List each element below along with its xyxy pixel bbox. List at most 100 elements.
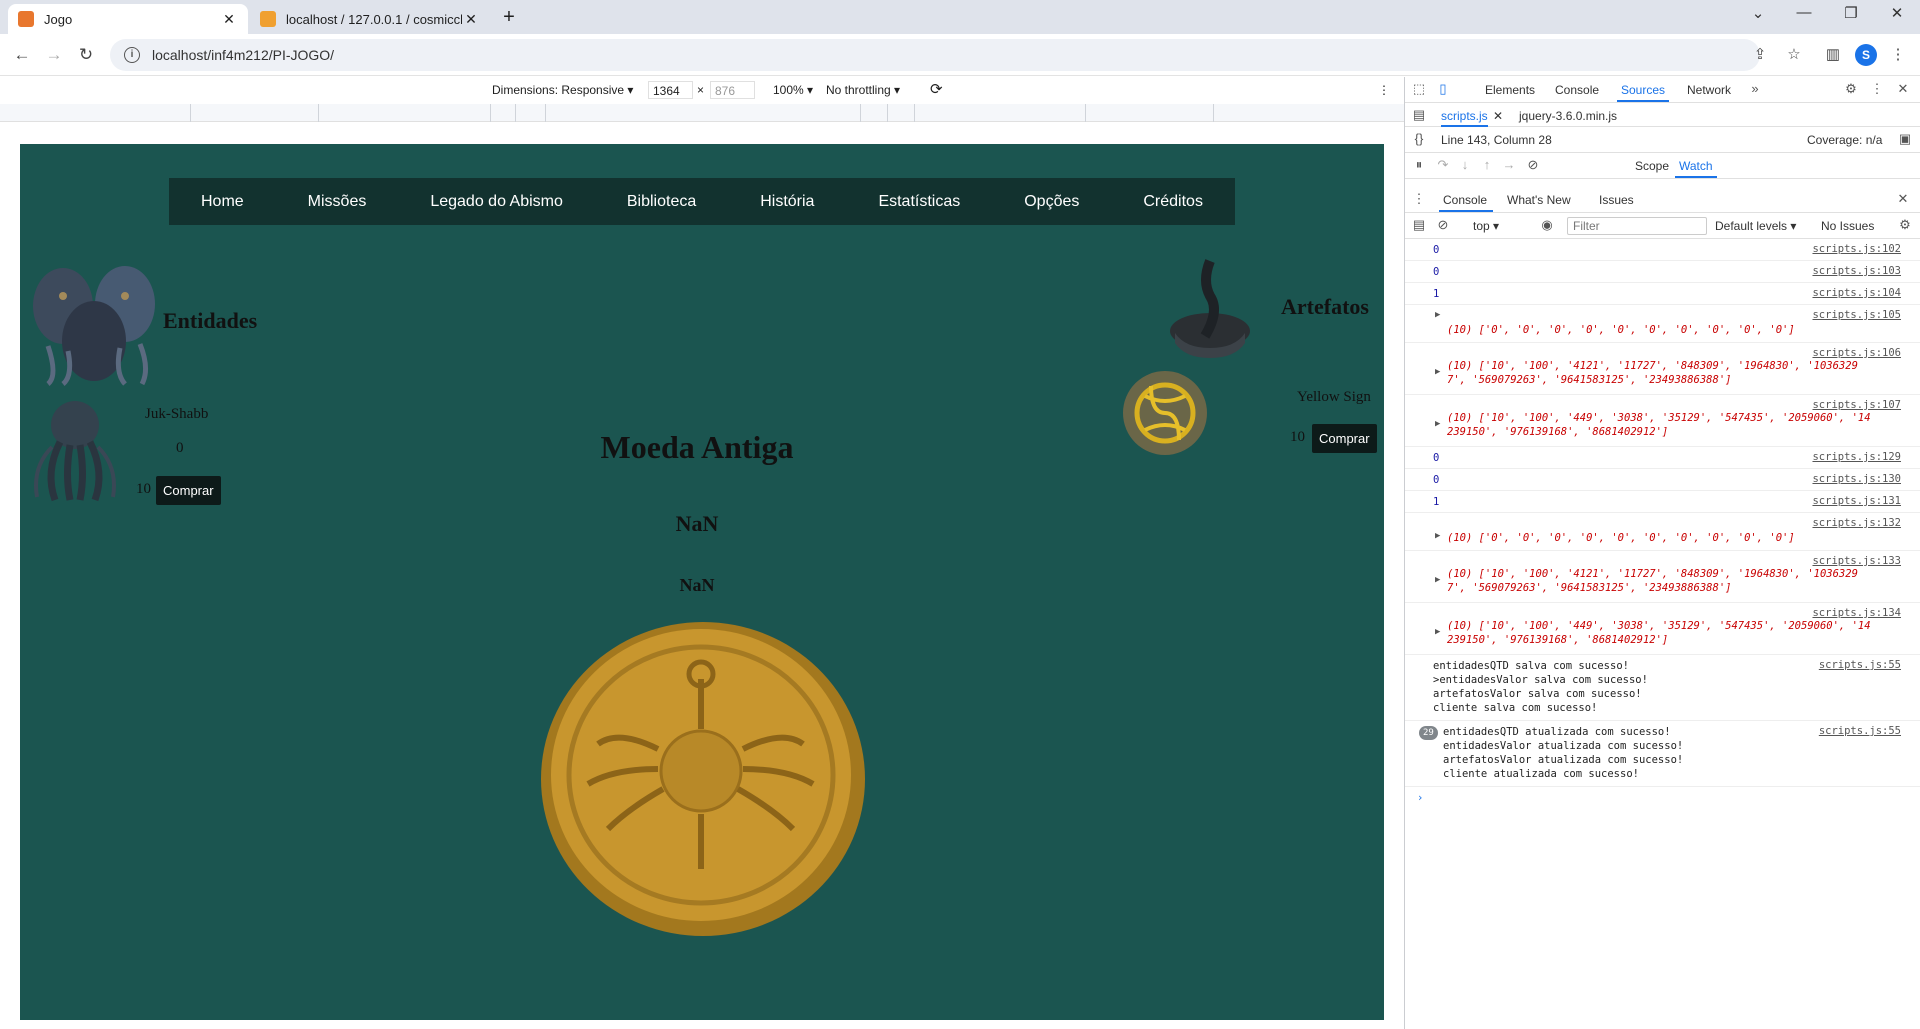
log-levels-dropdown[interactable]: Default levels ▾ bbox=[1715, 219, 1796, 233]
tab-search-icon[interactable]: ⌄ bbox=[1743, 4, 1773, 22]
drawer-tab-whats-new[interactable]: What's New bbox=[1507, 193, 1571, 207]
zoom-dropdown[interactable]: 100% ▾ bbox=[773, 83, 813, 97]
log-source-link[interactable]: scripts.js:133 bbox=[1812, 555, 1901, 567]
viewport-width-input[interactable]: 1364 bbox=[648, 81, 693, 99]
menu-item-missoes[interactable]: Missões bbox=[308, 193, 367, 211]
device-more-icon[interactable]: ⋮ bbox=[1378, 83, 1390, 97]
more-tabs-icon[interactable]: » bbox=[1747, 81, 1763, 97]
forward-icon[interactable]: → bbox=[42, 43, 66, 67]
log-source-link[interactable]: scripts.js:132 bbox=[1812, 517, 1901, 529]
browser-menu-icon[interactable]: ⋮ bbox=[1888, 45, 1908, 65]
console-settings-icon[interactable]: ⚙ bbox=[1897, 217, 1913, 233]
share-icon[interactable]: ⇪ bbox=[1750, 45, 1770, 65]
viewport-height-input[interactable]: 876 bbox=[710, 81, 755, 99]
file-tab-jquery[interactable]: jquery-3.6.0.min.js bbox=[1519, 109, 1617, 123]
console-log-row[interactable]: ▶ (10) ['0', '0', '0', '0', '0', '0', '0'… bbox=[1405, 513, 1920, 551]
menu-item-legado[interactable]: Legado do Abismo bbox=[430, 193, 563, 211]
console-prompt[interactable]: › bbox=[1405, 787, 1920, 811]
console-log-row[interactable]: ▶ (10) ['10', '100', '449', '3038', '3512… bbox=[1405, 395, 1920, 447]
expand-caret-icon[interactable]: ▶ bbox=[1435, 310, 1440, 320]
expand-caret-icon[interactable]: ▶ bbox=[1435, 627, 1440, 637]
log-source-link[interactable]: scripts.js:129 bbox=[1812, 451, 1901, 463]
expand-caret-icon[interactable]: ▶ bbox=[1435, 575, 1440, 585]
drawer-tab-issues[interactable]: Issues bbox=[1599, 193, 1634, 207]
tab-elements[interactable]: Elements bbox=[1485, 83, 1535, 97]
drawer-tab-console[interactable]: Console bbox=[1443, 193, 1487, 207]
console-log-row[interactable]: ▶ (10) ['10', '100', '449', '3038', '3512… bbox=[1405, 603, 1920, 655]
drawer-toggle-icon[interactable]: ▣ bbox=[1897, 131, 1913, 147]
log-source-link[interactable]: scripts.js:55 bbox=[1819, 725, 1901, 737]
devtools-menu-icon[interactable]: ⋮ bbox=[1869, 81, 1885, 97]
tab-network[interactable]: Network bbox=[1687, 83, 1731, 97]
console-sidebar-icon[interactable]: ▤ bbox=[1411, 217, 1427, 233]
log-source-link[interactable]: scripts.js:103 bbox=[1812, 265, 1901, 277]
reload-icon[interactable]: ↻ bbox=[74, 43, 98, 67]
step-out-icon[interactable]: ↑ bbox=[1479, 157, 1495, 173]
tab-watch[interactable]: Watch bbox=[1679, 159, 1713, 173]
profile-avatar[interactable]: S bbox=[1855, 44, 1877, 66]
deactivate-breakpoints-icon[interactable]: ⊘ bbox=[1525, 157, 1541, 173]
pretty-print-icon[interactable]: {} bbox=[1411, 131, 1427, 147]
minimize-icon[interactable]: — bbox=[1789, 4, 1819, 21]
browser-tab-jogo[interactable]: Jogo ✕ bbox=[8, 4, 248, 34]
menu-item-historia[interactable]: História bbox=[760, 193, 814, 211]
step-icon[interactable]: → bbox=[1501, 157, 1517, 173]
clear-console-icon[interactable]: ⊘ bbox=[1435, 217, 1451, 233]
expand-caret-icon[interactable]: ▶ bbox=[1435, 367, 1440, 377]
console-log-row[interactable]: ▶ (10) ['10', '100', '4121', '11727', '84… bbox=[1405, 343, 1920, 395]
tab-sources[interactable]: Sources bbox=[1621, 83, 1665, 97]
close-tab-icon[interactable]: ✕ bbox=[462, 11, 480, 28]
pause-icon[interactable]: ⏸ bbox=[1411, 157, 1427, 173]
side-panel-icon[interactable]: ▥ bbox=[1823, 45, 1843, 65]
live-expression-eye-icon[interactable]: ◉ bbox=[1539, 217, 1555, 233]
log-source-link[interactable]: scripts.js:134 bbox=[1812, 607, 1901, 619]
close-tab-icon[interactable]: ✕ bbox=[220, 11, 238, 28]
bookmark-star-icon[interactable]: ☆ bbox=[1784, 45, 1804, 65]
window-close-icon[interactable]: ✕ bbox=[1882, 4, 1912, 22]
menu-item-biblioteca[interactable]: Biblioteca bbox=[627, 193, 696, 211]
file-tab-scripts[interactable]: scripts.js bbox=[1441, 109, 1488, 127]
log-source-link[interactable]: scripts.js:106 bbox=[1812, 347, 1901, 359]
browser-tab-phpmyadmin[interactable]: localhost / 127.0.0.1 / cosmicclic ✕ bbox=[250, 4, 490, 34]
device-toggle-icon[interactable]: ▯ bbox=[1435, 81, 1451, 97]
log-source-link[interactable]: scripts.js:131 bbox=[1812, 495, 1901, 507]
tab-scope[interactable]: Scope bbox=[1635, 159, 1669, 173]
menu-item-opcoes[interactable]: Opções bbox=[1024, 193, 1079, 211]
log-source-link[interactable]: scripts.js:130 bbox=[1812, 473, 1901, 485]
inspect-icon[interactable]: ⬚ bbox=[1411, 81, 1427, 97]
log-source-link[interactable]: scripts.js:102 bbox=[1812, 243, 1901, 255]
new-tab-icon[interactable]: + bbox=[497, 6, 521, 29]
menu-item-home[interactable]: Home bbox=[201, 193, 244, 211]
step-into-icon[interactable]: ↓ bbox=[1457, 157, 1473, 173]
restore-icon[interactable]: ❐ bbox=[1836, 4, 1866, 22]
coverage-label: Coverage: n/a bbox=[1807, 133, 1883, 147]
log-source-link[interactable]: scripts.js:107 bbox=[1812, 399, 1901, 411]
site-info-icon[interactable]: i bbox=[124, 47, 140, 63]
entity-buy-button[interactable]: Comprar bbox=[156, 476, 221, 505]
step-over-icon[interactable]: ↷ bbox=[1435, 157, 1451, 173]
console-log-row[interactable]: ▶ (10) ['10', '100', '4121', '11727', '84… bbox=[1405, 551, 1920, 603]
log-source-link[interactable]: scripts.js:105 bbox=[1812, 309, 1901, 321]
console-log-row[interactable]: ▶ (10) ['0', '0', '0', '0', '0', '0', '0'… bbox=[1405, 305, 1920, 343]
settings-gear-icon[interactable]: ⚙ bbox=[1843, 81, 1859, 97]
close-devtools-icon[interactable]: ✕ bbox=[1895, 81, 1911, 97]
expand-caret-icon[interactable]: ▶ bbox=[1435, 419, 1440, 429]
context-dropdown[interactable]: top ▾ bbox=[1473, 219, 1499, 233]
log-source-link[interactable]: scripts.js:55 bbox=[1819, 659, 1901, 671]
back-icon[interactable]: ← bbox=[10, 43, 34, 67]
menu-item-creditos[interactable]: Créditos bbox=[1143, 193, 1203, 211]
console-filter-input[interactable]: Filter bbox=[1567, 217, 1707, 235]
navigator-toggle-icon[interactable]: ▤ bbox=[1411, 107, 1427, 123]
log-source-link[interactable]: scripts.js:104 bbox=[1812, 287, 1901, 299]
menu-item-estatisticas[interactable]: Estatísticas bbox=[878, 193, 960, 211]
throttling-dropdown[interactable]: No throttling ▾ bbox=[826, 83, 900, 97]
close-file-icon[interactable]: ✕ bbox=[1493, 109, 1503, 123]
dimensions-dropdown[interactable]: Dimensions: Responsive ▾ bbox=[492, 83, 633, 97]
rotate-icon[interactable]: ⟳ bbox=[930, 80, 943, 98]
address-bar[interactable]: i localhost/inf4m212/PI-JOGO/ bbox=[110, 39, 1760, 71]
drawer-menu-icon[interactable]: ⋮ bbox=[1411, 191, 1427, 207]
tab-console[interactable]: Console bbox=[1555, 83, 1599, 97]
close-drawer-icon[interactable]: ✕ bbox=[1895, 191, 1911, 207]
expand-caret-icon[interactable]: ▶ bbox=[1435, 531, 1440, 541]
ancient-coin-button[interactable] bbox=[538, 619, 868, 939]
